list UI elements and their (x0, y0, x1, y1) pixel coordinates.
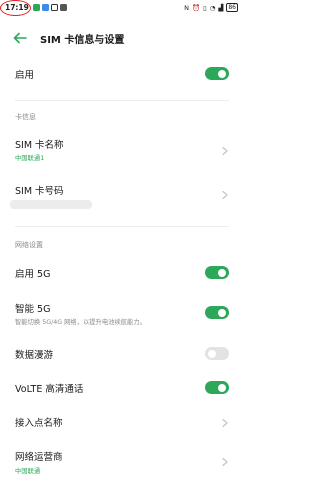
sim-name-row[interactable]: SIM 卡名称 中国联通1 (0, 132, 242, 164)
enable-label: 启用 (15, 70, 35, 81)
signal-icon: ▟ (218, 3, 224, 12)
chevron-right-icon (222, 190, 228, 200)
smart-5g-label: 智能 5G (15, 304, 51, 315)
smart-5g-description: 智能切换 5G/4G 网络，以提升电池续航能力。 (15, 319, 146, 326)
alarm-icon: ⏰ (192, 3, 201, 12)
section-header-sim-info: 卡信息 (15, 113, 36, 121)
annotation-circle (0, 0, 31, 16)
divider (15, 100, 229, 101)
apn-row[interactable]: 接入点名称 (0, 412, 242, 434)
network-operator-row[interactable]: 网络运营商 中国联通 (0, 446, 242, 478)
page-title: SIM 卡信息与设置 (40, 35, 125, 46)
network-operator-value: 中国联通 (15, 468, 41, 475)
apn-label: 接入点名称 (15, 418, 63, 429)
sim-name-value: 中国联通1 (15, 155, 45, 162)
wifi-icon: ◔ (209, 3, 216, 12)
divider (15, 226, 229, 227)
sim-name-label: SIM 卡名称 (15, 140, 64, 151)
data-roaming-toggle[interactable] (205, 347, 229, 360)
smart-5g-toggle[interactable] (205, 306, 229, 319)
toggle-knob (218, 69, 226, 78)
status-bar: 17:19 N ⏰ ▯ ◔ ▟ 86 (0, 0, 242, 16)
smart-5g-row[interactable]: 智能 5G 智能切换 5G/4G 网络，以提升电池续航能力。 (0, 298, 242, 328)
gallery-icon (59, 4, 67, 11)
chevron-right-icon (222, 418, 228, 428)
data-roaming-row[interactable]: 数据漫游 (0, 344, 242, 366)
section-header-network: 网络设置 (15, 241, 43, 249)
nfc-icon: N (184, 3, 190, 12)
toggle-knob (208, 349, 216, 358)
enable-5g-row[interactable]: 启用 5G (0, 262, 242, 284)
toggle-knob (218, 268, 226, 277)
enable-5g-label: 启用 5G (15, 269, 51, 280)
vibrate-icon: ▯ (203, 3, 207, 12)
back-arrow-icon[interactable] (12, 30, 28, 46)
wechat-icon (32, 4, 40, 11)
data-roaming-label: 数据漫游 (15, 350, 54, 361)
enable-5g-toggle[interactable] (205, 266, 229, 279)
chevron-right-icon (222, 457, 228, 467)
toggle-knob (218, 308, 226, 317)
network-operator-label: 网络运营商 (15, 452, 63, 463)
volte-label: VoLTE 高清通话 (15, 384, 84, 395)
video-icon (50, 4, 58, 11)
enable-toggle[interactable] (205, 67, 229, 80)
sim-number-redacted (10, 200, 92, 209)
volte-row[interactable]: VoLTE 高清通话 (0, 378, 242, 400)
status-bar-right: N ⏰ ▯ ◔ ▟ 86 (184, 3, 238, 12)
app-notification-icon (41, 4, 49, 11)
battery-icon: 86 (226, 3, 238, 12)
volte-toggle[interactable] (205, 381, 229, 394)
sim-number-label: SIM 卡号码 (15, 186, 64, 197)
enable-row[interactable]: 启用 (0, 62, 242, 84)
toggle-knob (218, 383, 226, 392)
chevron-right-icon (222, 146, 228, 156)
header: SIM 卡信息与设置 (0, 28, 242, 48)
